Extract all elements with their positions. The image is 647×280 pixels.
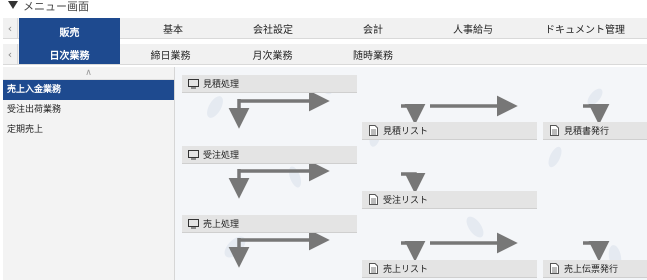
main-menu-bar: ‹ 販売 基本 会社設定 会計 人事給与 ドキュメント管理 [3,18,647,44]
flow-arrows [228,90,610,268]
tab-basic[interactable]: 基本 [128,18,218,38]
process-order[interactable]: 受注処理 [182,146,357,164]
list-quote-label: 見積リスト [383,127,429,137]
document-icon [547,125,561,136]
tab-closing-tasks[interactable]: 締日業務 [123,44,218,64]
process-order-label: 受注処理 [203,151,240,161]
sub-menu-bar: ‹ 日次業務 締日業務 月次業務 随時業務 [3,44,647,65]
sidebar-item-order-shipping[interactable]: 受注出荷業務 [3,100,174,120]
monitor-icon [186,149,200,160]
tab-accounting[interactable]: 会計 [328,18,418,38]
caption-text: メニュー画面 [23,0,89,13]
tab-document-management[interactable]: ドキュメント管理 [525,18,645,38]
process-sales-label: 売上処理 [203,220,240,230]
document-icon [366,194,380,205]
list-order[interactable]: 受注リスト [362,191,537,209]
list-sales-slip-issue[interactable]: 売上伝票発行 [543,260,647,278]
list-sales-slip-issue-label: 売上伝票発行 [564,265,619,275]
list-quote-issue-label: 見積書発行 [564,127,610,137]
tab-sales[interactable]: 販売 [19,18,120,44]
process-quote[interactable]: 見積処理 [182,75,357,93]
chevron-up-icon[interactable]: ∧ [3,67,174,80]
tab-monthly-tasks[interactable]: 月次業務 [225,44,320,64]
tab-adhoc-tasks[interactable]: 随時業務 [328,44,418,64]
list-sales-label: 売上リスト [383,265,429,275]
process-quote-label: 見積処理 [203,80,240,90]
monitor-icon [186,78,200,89]
list-quote[interactable]: 見積リスト [362,122,537,140]
tab-company-settings[interactable]: 会社設定 [223,18,323,38]
sidebar-item-sales-payment[interactable]: 売上入金業務 [3,80,174,100]
monitor-icon [186,218,200,229]
menu-caption: メニュー画面 [4,0,89,16]
list-sales[interactable]: 売上リスト [362,260,537,278]
document-icon [547,263,561,274]
sidebar-item-recurring-sales[interactable]: 定期売上 [3,120,174,140]
process-sales[interactable]: 売上処理 [182,215,357,233]
document-icon [366,263,380,274]
chevron-left-icon[interactable]: ‹ [3,44,18,64]
tab-payroll[interactable]: 人事給与 [423,18,523,38]
triangle-down-icon [8,1,18,9]
chevron-left-icon[interactable]: ‹ [3,18,18,38]
tab-daily-tasks[interactable]: 日次業務 [19,44,120,64]
document-icon [366,125,380,136]
list-order-label: 受注リスト [383,196,429,206]
sidebar: ∧ 売上入金業務 受注出荷業務 定期売上 [3,67,175,280]
flow-canvas: 見積処理 受注処理 売上処理 見積リスト 見積書発行 受注リスト 売上リスト 売… [175,67,647,280]
list-quote-issue[interactable]: 見積書発行 [543,122,647,140]
